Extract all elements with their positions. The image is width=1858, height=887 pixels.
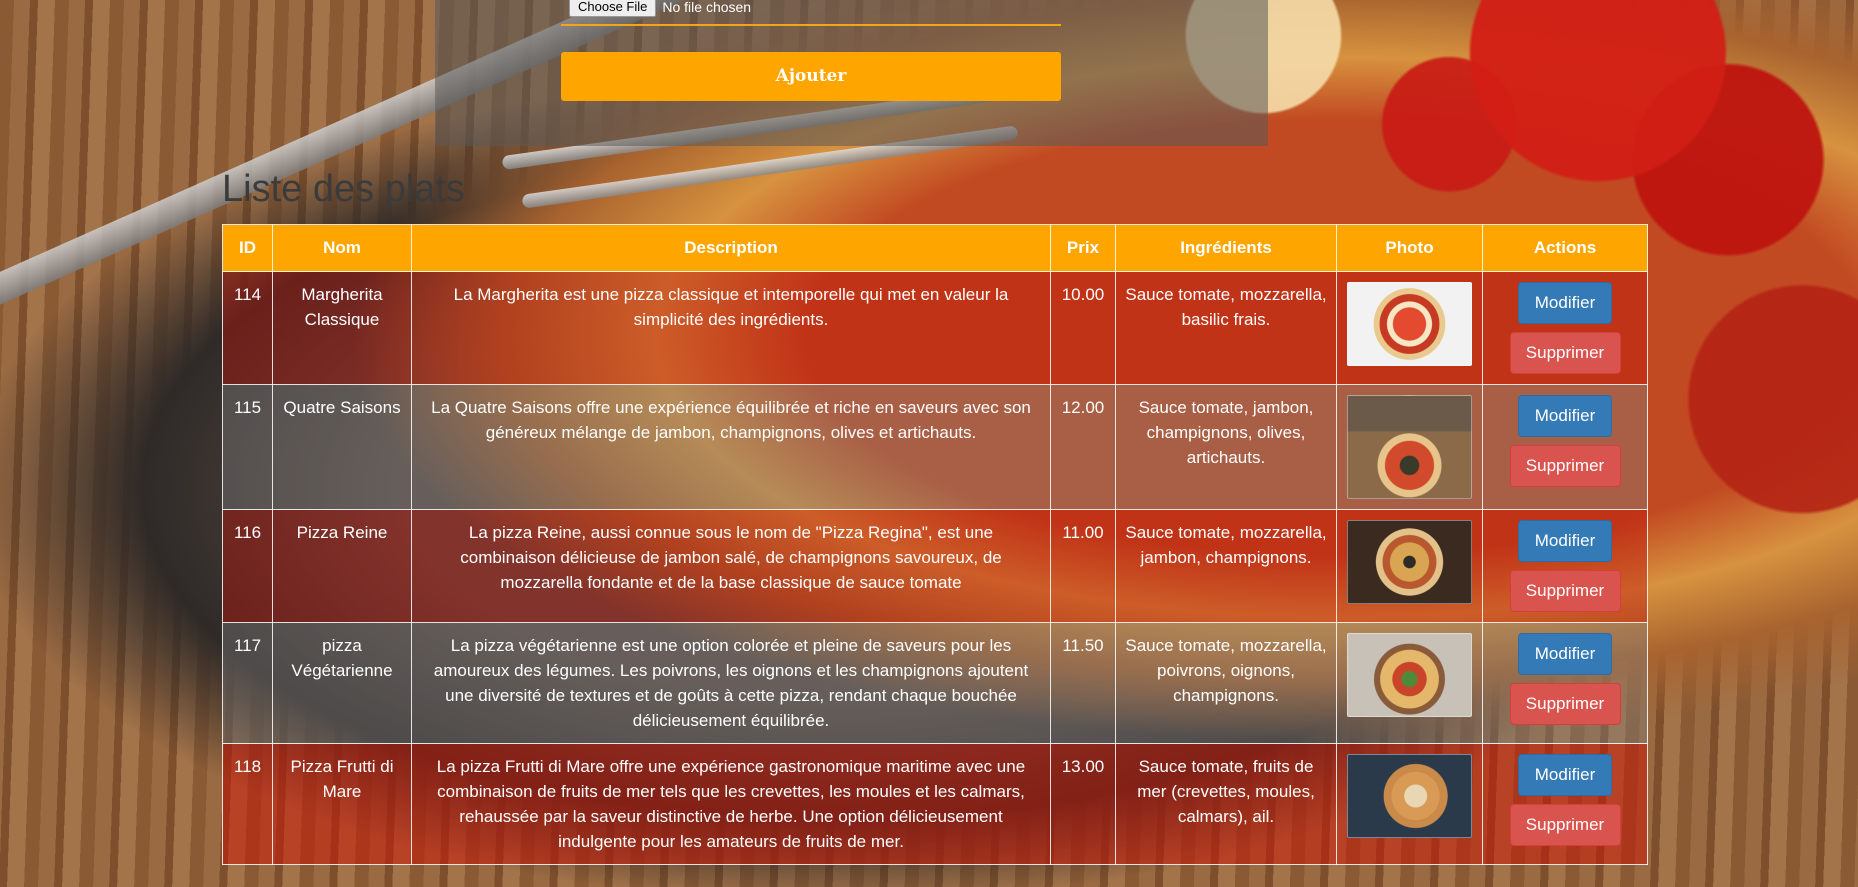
column-header-photo: Photo [1336,224,1483,272]
table-row: 116 Pizza Reine La pizza Reine, aussi co… [222,509,1648,623]
cell-id: 116 [222,509,273,623]
delete-button[interactable]: Supprimer [1509,804,1621,846]
edit-button[interactable]: Modifier [1518,633,1612,675]
cell-photo [1336,743,1483,865]
edit-button[interactable]: Modifier [1518,282,1612,324]
cell-photo [1336,509,1483,623]
cell-ingredients: Sauce tomate, mozzarella, jambon, champi… [1115,509,1337,623]
edit-button[interactable]: Modifier [1518,754,1612,796]
choose-file-button[interactable]: Choose File [569,0,657,17]
cell-ingredients: Sauce tomate, fruits de mer (crevettes, … [1115,743,1337,865]
cell-description: La pizza Reine, aussi connue sous le nom… [411,509,1051,623]
cell-ingredients: Sauce tomate, mozzarella, poivrons, oign… [1115,622,1337,744]
column-header-actions: Actions [1482,224,1648,272]
cell-description: La pizza végétarienne est une option col… [411,622,1051,744]
edit-button[interactable]: Modifier [1518,520,1612,562]
delete-button[interactable]: Supprimer [1509,570,1621,612]
add-dish-button[interactable]: Ajouter [561,52,1061,101]
cell-name: Pizza Frutti di Mare [272,743,412,865]
cell-actions: Modifier Supprimer [1482,509,1648,623]
add-dish-form: Choose File No file chosen Ajouter [435,0,1268,146]
delete-button[interactable]: Supprimer [1509,445,1621,487]
reine-pizza-photo [1347,520,1472,604]
cell-actions: Modifier Supprimer [1482,622,1648,744]
cell-name: Pizza Reine [272,509,412,623]
cell-description: La Margherita est une pizza classique et… [411,271,1051,385]
table-header-row: ID Nom Description Prix Ingrédients Phot… [222,224,1648,272]
cell-actions: Modifier Supprimer [1482,384,1648,510]
page-title: Liste des plats [222,168,465,210]
column-header-id: ID [222,224,273,272]
cell-description: La pizza Frutti di Mare offre une expéri… [411,743,1051,865]
cell-price: 11.50 [1050,622,1116,744]
cell-price: 10.00 [1050,271,1116,385]
cell-id: 117 [222,622,273,744]
table-row: 114 Margherita Classique La Margherita e… [222,271,1648,385]
table-row: 118 Pizza Frutti di Mare La pizza Frutti… [222,743,1648,865]
cell-price: 11.00 [1050,509,1116,623]
margherita-pizza-photo [1347,282,1472,366]
dishes-table: ID Nom Description Prix Ingrédients Phot… [222,224,1648,865]
delete-button[interactable]: Supprimer [1509,332,1621,374]
frutti-di-mare-pizza-photo [1347,754,1472,838]
cell-price: 13.00 [1050,743,1116,865]
column-header-name: Nom [272,224,412,272]
column-header-description: Description [411,224,1051,272]
vegetarienne-pizza-photo [1347,633,1472,717]
cell-actions: Modifier Supprimer [1482,743,1648,865]
column-header-price: Prix [1050,224,1116,272]
quatre-saisons-pizza-photo [1347,395,1472,499]
column-header-ingredients: Ingrédients [1115,224,1337,272]
edit-button[interactable]: Modifier [1518,395,1612,437]
delete-button[interactable]: Supprimer [1509,683,1621,725]
photo-file-input[interactable]: Choose File No file chosen [561,0,1061,26]
cell-photo [1336,271,1483,385]
cell-id: 114 [222,271,273,385]
table-row: 115 Quatre Saisons La Quatre Saisons off… [222,384,1648,510]
cell-actions: Modifier Supprimer [1482,271,1648,385]
cell-name: pizza Végétarienne [272,622,412,744]
cell-photo [1336,622,1483,744]
cell-ingredients: Sauce tomate, mozzarella, basilic frais. [1115,271,1337,385]
table-row: 117 pizza Végétarienne La pizza végétari… [222,622,1648,744]
cell-name: Quatre Saisons [272,384,412,510]
cell-id: 118 [222,743,273,865]
cell-name: Margherita Classique [272,271,412,385]
cell-price: 12.00 [1050,384,1116,510]
cell-photo [1336,384,1483,510]
file-status-text: No file chosen [662,0,752,15]
cell-ingredients: Sauce tomate, jambon, champignons, olive… [1115,384,1337,510]
cell-description: La Quatre Saisons offre une expérience é… [411,384,1051,510]
cell-id: 115 [222,384,273,510]
